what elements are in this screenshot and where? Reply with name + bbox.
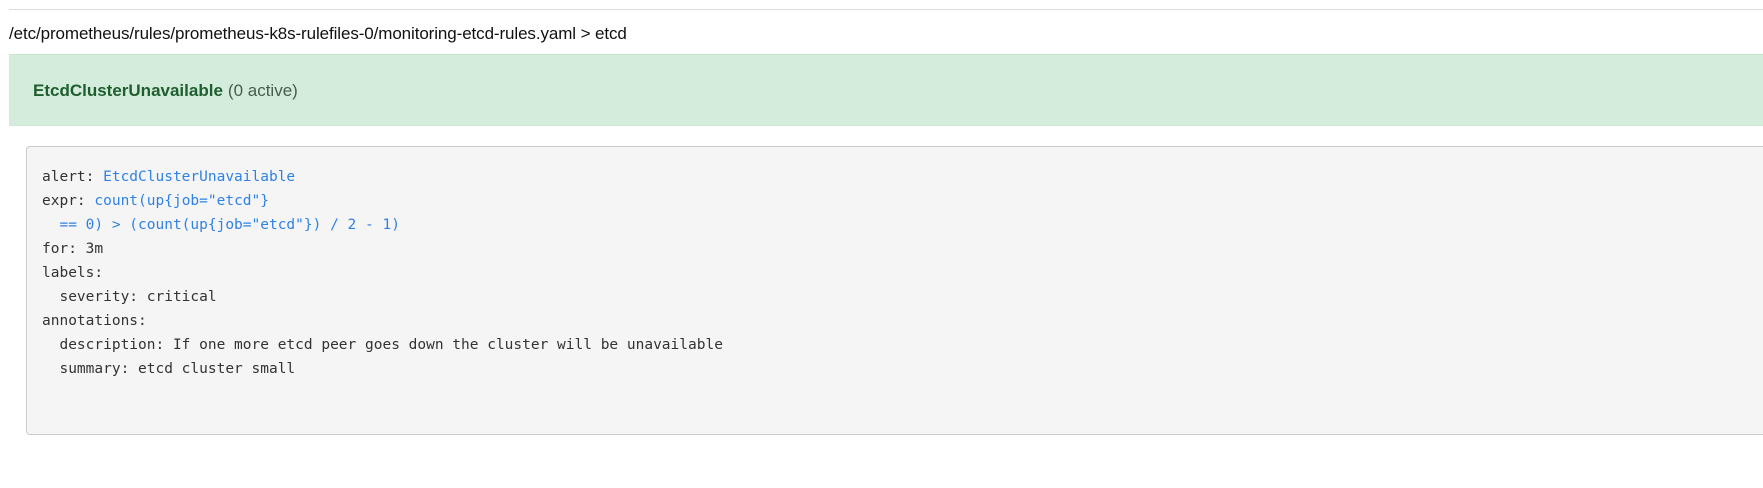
yaml-labels-key: labels: bbox=[42, 265, 104, 281]
yaml-expr-key: expr: bbox=[42, 193, 95, 209]
yaml-expr-link-part-1[interactable]: count(up{job="etcd"} bbox=[94, 193, 269, 209]
yaml-description-line: description: If one more etcd peer goes … bbox=[42, 337, 723, 353]
rule-yaml-code: alert: EtcdClusterUnavailable expr: count… bbox=[42, 165, 723, 381]
yaml-alert-line: alert: EtcdClusterUnavailable bbox=[42, 165, 723, 189]
rule-file-path: /etc/prometheus/rules/prometheus-k8s-rul… bbox=[9, 24, 627, 43]
alert-name-link[interactable]: EtcdClusterUnavailable bbox=[33, 81, 223, 100]
yaml-for-line: for: 3m bbox=[42, 241, 104, 257]
yaml-expr-continuation-line: == 0) > (count(up{job="etcd"}) / 2 - 1) bbox=[42, 213, 723, 237]
yaml-alert-key: alert: bbox=[42, 169, 104, 185]
yaml-annotations-key: annotations: bbox=[42, 313, 147, 329]
yaml-severity-line: severity: critical bbox=[42, 289, 217, 305]
prometheus-alerts-page: /etc/prometheus/rules/prometheus-k8s-rul… bbox=[0, 0, 1763, 488]
rule-group-header: /etc/prometheus/rules/prometheus-k8s-rul… bbox=[9, 9, 1763, 54]
yaml-expr-link-part-2[interactable]: == 0) > (count(up{job="etcd"}) / 2 - 1) bbox=[42, 217, 399, 233]
alert-title: EtcdClusterUnavailable (0 active) bbox=[33, 81, 298, 101]
alert-row-etcd-cluster-unavailable[interactable]: EtcdClusterUnavailable (0 active) bbox=[9, 54, 1763, 126]
yaml-expr-line: expr: count(up{job="etcd"} bbox=[42, 189, 723, 213]
rule-definition-panel: alert: EtcdClusterUnavailable expr: count… bbox=[26, 146, 1763, 435]
yaml-summary-line: summary: etcd cluster small bbox=[42, 361, 296, 377]
yaml-alert-value-link[interactable]: EtcdClusterUnavailable bbox=[103, 169, 295, 185]
active-alert-count: (0 active) bbox=[227, 81, 298, 100]
